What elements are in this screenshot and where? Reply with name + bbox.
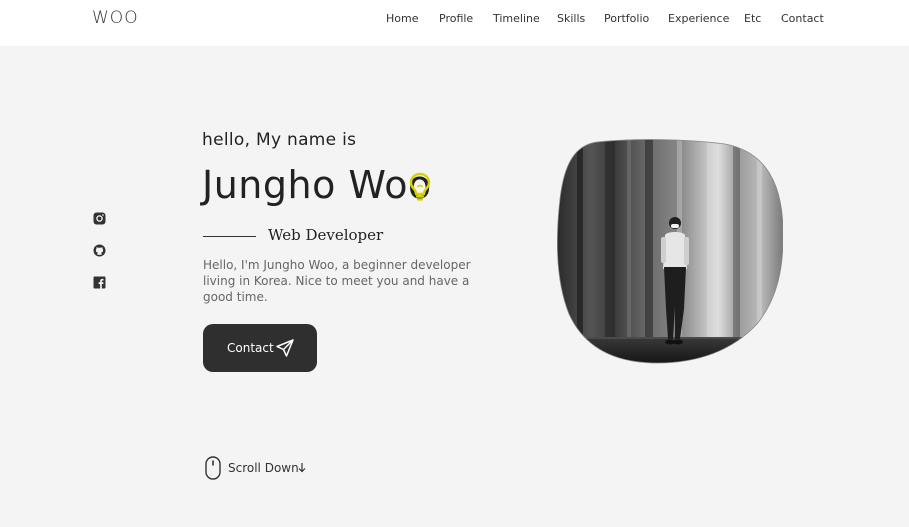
nav-item-etc[interactable]: Etc [744, 12, 761, 25]
nav-item-profile[interactable]: Profile [439, 12, 473, 25]
profile-photo [557, 139, 783, 364]
nav-item-timeline[interactable]: Timeline [493, 12, 540, 25]
logo[interactable]: WOO [92, 8, 139, 28]
hero-description: Hello, I'm Jungho Woo, a beginner develo… [203, 258, 471, 304]
instagram-icon[interactable] [93, 212, 106, 225]
header: WOO Home Profile Timeline Skills Portfol… [0, 0, 909, 46]
send-icon [276, 339, 294, 357]
greeting: hello, My name is [202, 130, 357, 150]
role-divider [203, 236, 256, 237]
contact-button-label: Contact [227, 341, 274, 355]
nav-item-portfolio[interactable]: Portfolio [604, 12, 649, 25]
arrow-down-icon [298, 463, 306, 473]
nav-item-home[interactable]: Home [386, 12, 418, 25]
nav-item-experience[interactable]: Experience [668, 12, 729, 25]
facebook-icon[interactable] [93, 276, 106, 289]
hero-name: Jungho Woo [202, 163, 432, 207]
lightbulb-icon [409, 172, 431, 201]
nav-item-skills[interactable]: Skills [557, 12, 585, 25]
scroll-down-label: Scroll Down [228, 461, 299, 475]
mouse-icon [205, 456, 221, 480]
github-icon[interactable] [93, 244, 106, 257]
contact-button[interactable]: Contact [203, 324, 317, 372]
role-title: Web Developer [268, 226, 384, 244]
nav-item-contact[interactable]: Contact [781, 12, 824, 25]
